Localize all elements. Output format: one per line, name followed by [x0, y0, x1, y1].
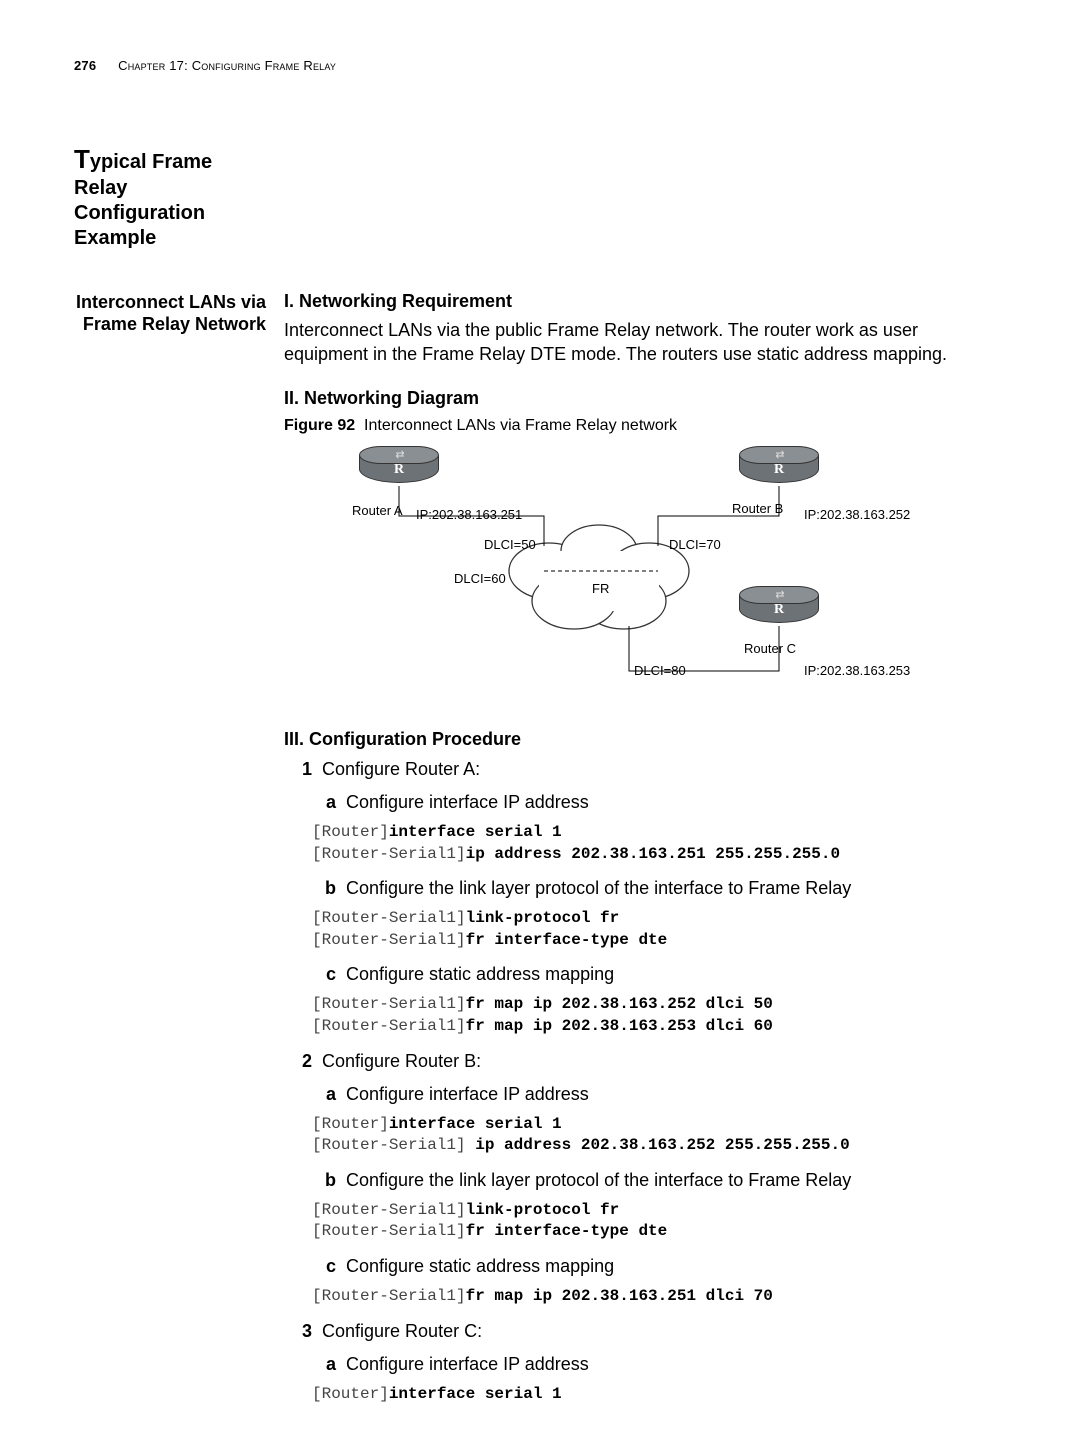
- chapter-label: Chapter 17: Configuring Frame Relay: [118, 58, 336, 73]
- subsection-title: Interconnect LANs via Frame Relay Networ…: [74, 291, 266, 336]
- network-diagram: R ⇄ Router A IP:202.38.163.251 R ⇄ Route…: [324, 441, 964, 711]
- router-a-label: Router A: [352, 503, 403, 518]
- procedure-list: 1 Configure Router A: a Configure interf…: [284, 756, 1006, 1405]
- heading-requirement: I. Networking Requirement: [284, 291, 1006, 312]
- heading-procedure: III. Configuration Procedure: [284, 729, 1006, 750]
- section-title: Typical Frame Relay Configuration Exampl…: [74, 143, 266, 251]
- fr-label: FR: [592, 581, 609, 596]
- page-number: 276: [74, 58, 96, 73]
- step-2c: c Configure static address mapping: [312, 1253, 1006, 1280]
- dlci-50: DLCI=50: [484, 537, 536, 552]
- step-2: 2 Configure Router B:: [284, 1048, 1006, 1075]
- heading-diagram: II. Networking Diagram: [284, 388, 1006, 409]
- code-1c: [Router-Serial1]fr map ip 202.38.163.252…: [312, 994, 1006, 1037]
- dlci-60: DLCI=60: [454, 571, 506, 586]
- figure-caption: Figure 92 Interconnect LANs via Frame Re…: [284, 417, 1006, 435]
- router-b-label: Router B: [732, 501, 783, 516]
- page: 276 Chapter 17: Configuring Frame Relay …: [0, 0, 1080, 1455]
- code-1b: [Router-Serial1]link-protocol fr [Router…: [312, 908, 1006, 951]
- dlci-80: DLCI=80: [634, 663, 686, 678]
- router-a-ip: IP:202.38.163.251: [416, 507, 522, 522]
- step-3a: a Configure interface IP address: [312, 1351, 1006, 1378]
- router-c-label: Router C: [744, 641, 796, 656]
- router-a-icon: R ⇄: [359, 446, 439, 488]
- router-c-ip: IP:202.38.163.253: [804, 663, 910, 678]
- router-c-icon: R ⇄: [739, 586, 819, 628]
- step-2b: b Configure the link layer protocol of t…: [312, 1167, 1006, 1194]
- step-1a: a Configure interface IP address: [312, 789, 1006, 816]
- code-3a: [Router]interface serial 1: [312, 1384, 1006, 1406]
- step-1: 1 Configure Router A:: [284, 756, 1006, 783]
- router-b-icon: R ⇄: [739, 446, 819, 488]
- router-b-ip: IP:202.38.163.252: [804, 507, 910, 522]
- code-2a: [Router]interface serial 1 [Router-Seria…: [312, 1114, 1006, 1157]
- step-2a: a Configure interface IP address: [312, 1081, 1006, 1108]
- step-1b: b Configure the link layer protocol of t…: [312, 875, 1006, 902]
- code-2b: [Router-Serial1]link-protocol fr [Router…: [312, 1200, 1006, 1243]
- code-2c: [Router-Serial1]fr map ip 202.38.163.251…: [312, 1286, 1006, 1308]
- step-3: 3 Configure Router C:: [284, 1318, 1006, 1345]
- running-header: 276 Chapter 17: Configuring Frame Relay: [74, 58, 1006, 73]
- requirement-body: Interconnect LANs via the public Frame R…: [284, 318, 1006, 367]
- code-1a: [Router]interface serial 1 [Router-Seria…: [312, 822, 1006, 865]
- dlci-70: DLCI=70: [669, 537, 721, 552]
- step-1c: c Configure static address mapping: [312, 961, 1006, 988]
